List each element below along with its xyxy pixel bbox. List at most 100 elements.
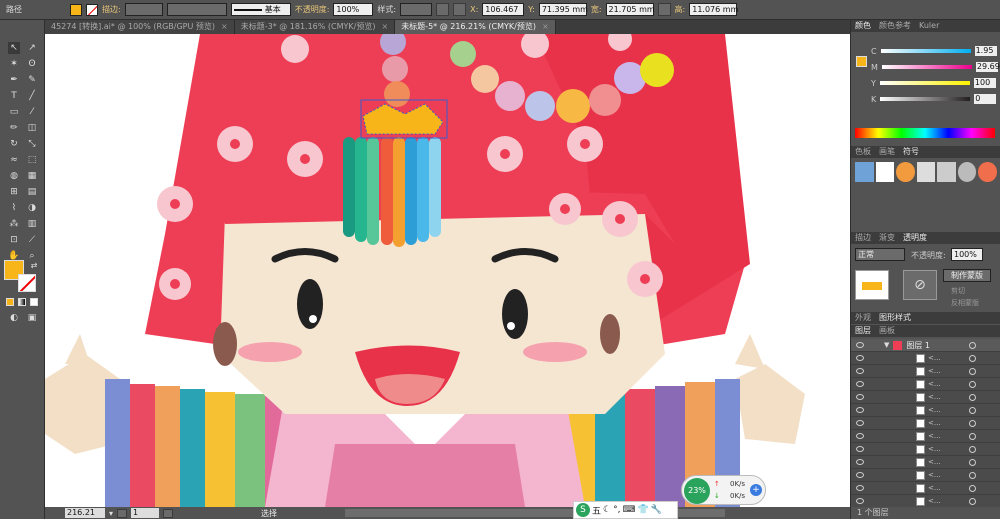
layer-row[interactable]: <... <box>851 391 1000 404</box>
sublayer-label[interactable]: <... <box>928 497 941 505</box>
tab-gradient[interactable]: 渐变 <box>879 232 895 244</box>
layer-row[interactable]: <... <box>851 417 1000 430</box>
blend-tool-icon[interactable]: ◑ <box>26 202 38 214</box>
symbol-item[interactable] <box>855 162 874 182</box>
opacity-field[interactable]: 100% <box>333 3 374 16</box>
layer-row[interactable]: <... <box>851 365 1000 378</box>
draw-mode-icon[interactable]: ◐ <box>8 312 20 324</box>
w-field[interactable]: 21.705 mm <box>605 3 655 16</box>
close-icon[interactable]: × <box>542 20 549 34</box>
sublayer-label[interactable]: <... <box>928 419 941 427</box>
paintbrush-tool-icon[interactable]: ⁄ <box>26 106 38 118</box>
accelerate-icon[interactable]: + <box>750 484 762 496</box>
tab-artboards[interactable]: 画板 <box>879 325 895 337</box>
target-icon[interactable] <box>969 484 976 492</box>
keyboard-icon[interactable]: ⌨ <box>622 505 635 515</box>
lasso-tool-icon[interactable]: ʘ <box>26 58 38 70</box>
tab-document-3[interactable]: 未标题-5* @ 216.21% (CMYK/预览) × <box>395 20 556 34</box>
eye-icon[interactable] <box>856 446 864 452</box>
target-icon[interactable] <box>969 432 976 440</box>
target-icon[interactable] <box>969 354 976 362</box>
layer-row[interactable]: <... <box>851 404 1000 417</box>
target-icon[interactable] <box>969 471 976 479</box>
skin-icon[interactable]: 👕 <box>637 505 648 515</box>
sublayer-label[interactable]: <... <box>928 406 941 414</box>
black-value[interactable]: 0 <box>974 94 997 104</box>
tab-transparency[interactable]: 透明度 <box>903 232 927 244</box>
cyan-slider[interactable]: C1.95% <box>871 46 1000 56</box>
eye-icon[interactable] <box>856 355 864 361</box>
rotate-tool-icon[interactable]: ↻ <box>8 138 20 150</box>
fill-swatch[interactable] <box>70 3 82 16</box>
cyan-value[interactable]: 1.95 <box>974 46 997 56</box>
tab-color-guide[interactable]: 颜色参考 <box>879 20 911 32</box>
rectangle-tool-icon[interactable]: ▭ <box>8 106 20 118</box>
close-icon[interactable]: × <box>221 20 228 34</box>
target-icon[interactable] <box>969 341 976 349</box>
tab-layers[interactable]: 图层 <box>855 325 871 337</box>
stroke-swatch[interactable] <box>86 3 98 16</box>
slice-tool-icon[interactable]: ⟋ <box>26 234 38 246</box>
artboard-canvas[interactable] <box>45 34 850 507</box>
symbol-sprayer-tool-icon[interactable]: ⁂ <box>8 218 20 230</box>
layer-row[interactable]: <... <box>851 456 1000 469</box>
magenta-slider[interactable]: M29.69% <box>871 62 1000 72</box>
scale-tool-icon[interactable]: ⤡ <box>26 138 38 150</box>
first-artboard-icon[interactable] <box>117 508 128 518</box>
sublayer-label[interactable]: <... <box>928 367 941 375</box>
curvature-tool-icon[interactable]: ✎ <box>26 74 38 86</box>
y-field[interactable]: 71.395 mm <box>538 3 588 16</box>
opacity-field[interactable]: 100% <box>951 248 983 261</box>
warp-tool-icon[interactable]: ≈ <box>8 154 20 166</box>
eye-icon[interactable] <box>856 433 864 439</box>
x-field[interactable]: 106.467 <box>482 3 525 16</box>
target-icon[interactable] <box>969 445 976 453</box>
eraser-tool-icon[interactable]: ◫ <box>26 122 38 134</box>
stroke-weight-field[interactable] <box>124 3 163 16</box>
tab-brushes[interactable]: 画笔 <box>879 146 895 158</box>
target-icon[interactable] <box>969 458 976 466</box>
gradient-tool-icon[interactable]: ▤ <box>26 186 38 198</box>
symbol-item[interactable] <box>937 162 956 182</box>
column-graph-tool-icon[interactable]: ▥ <box>26 218 38 230</box>
eye-icon[interactable] <box>856 394 864 400</box>
color-mode-button[interactable] <box>6 298 14 306</box>
sublayer-label[interactable]: <... <box>928 458 941 466</box>
target-icon[interactable] <box>969 497 976 505</box>
h-field[interactable]: 11.076 mm <box>689 3 738 16</box>
color-fill-preview[interactable] <box>856 56 867 67</box>
style-dropdown[interactable] <box>400 3 433 16</box>
eyedropper-tool-icon[interactable]: ⌇ <box>8 202 20 214</box>
direct-selection-tool-icon[interactable]: ↗ <box>26 42 38 54</box>
none-mode-button[interactable] <box>30 298 38 306</box>
layer-row-main[interactable]: ▼ 图层 1 <box>851 339 1000 352</box>
free-transform-tool-icon[interactable]: ⬚ <box>26 154 38 166</box>
sublayer-label[interactable]: <... <box>928 380 941 388</box>
sublayer-label[interactable]: <... <box>928 484 941 492</box>
symbol-item[interactable] <box>916 162 936 182</box>
magenta-value[interactable]: 29.69 <box>975 62 1000 72</box>
brush-definition[interactable]: 基本 <box>230 3 291 16</box>
tab-document-2[interactable]: 未标题-3* @ 181.16% (CMYK/预览) × <box>234 20 396 34</box>
pen-tool-icon[interactable]: ✒ <box>8 74 20 86</box>
eye-icon[interactable] <box>856 342 864 348</box>
eye-icon[interactable] <box>856 472 864 478</box>
target-icon[interactable] <box>969 406 976 414</box>
network-speed-widget[interactable]: 23% ↑ 0K/s ↓ 0K/s + <box>681 475 766 505</box>
layer-row[interactable]: <... <box>851 430 1000 443</box>
target-icon[interactable] <box>969 367 976 375</box>
eye-icon[interactable] <box>856 420 864 426</box>
type-tool-icon[interactable]: T <box>8 90 20 102</box>
gradient-mode-button[interactable] <box>18 298 26 306</box>
pencil-tool-icon[interactable]: ✏ <box>8 122 20 134</box>
layer-row[interactable]: <... <box>851 443 1000 456</box>
color-spectrum[interactable] <box>855 128 995 138</box>
eye-icon[interactable] <box>856 498 864 504</box>
blend-mode-dropdown[interactable]: 正常 <box>855 248 905 261</box>
symbol-item[interactable] <box>875 162 895 182</box>
selection-tool-icon[interactable]: ↖ <box>8 42 20 54</box>
tab-graphic-styles[interactable]: 图形样式 <box>879 312 911 324</box>
target-icon[interactable] <box>969 380 976 388</box>
expand-icon[interactable]: ▼ <box>884 341 889 349</box>
screen-mode-icon[interactable]: ▣ <box>26 312 38 324</box>
